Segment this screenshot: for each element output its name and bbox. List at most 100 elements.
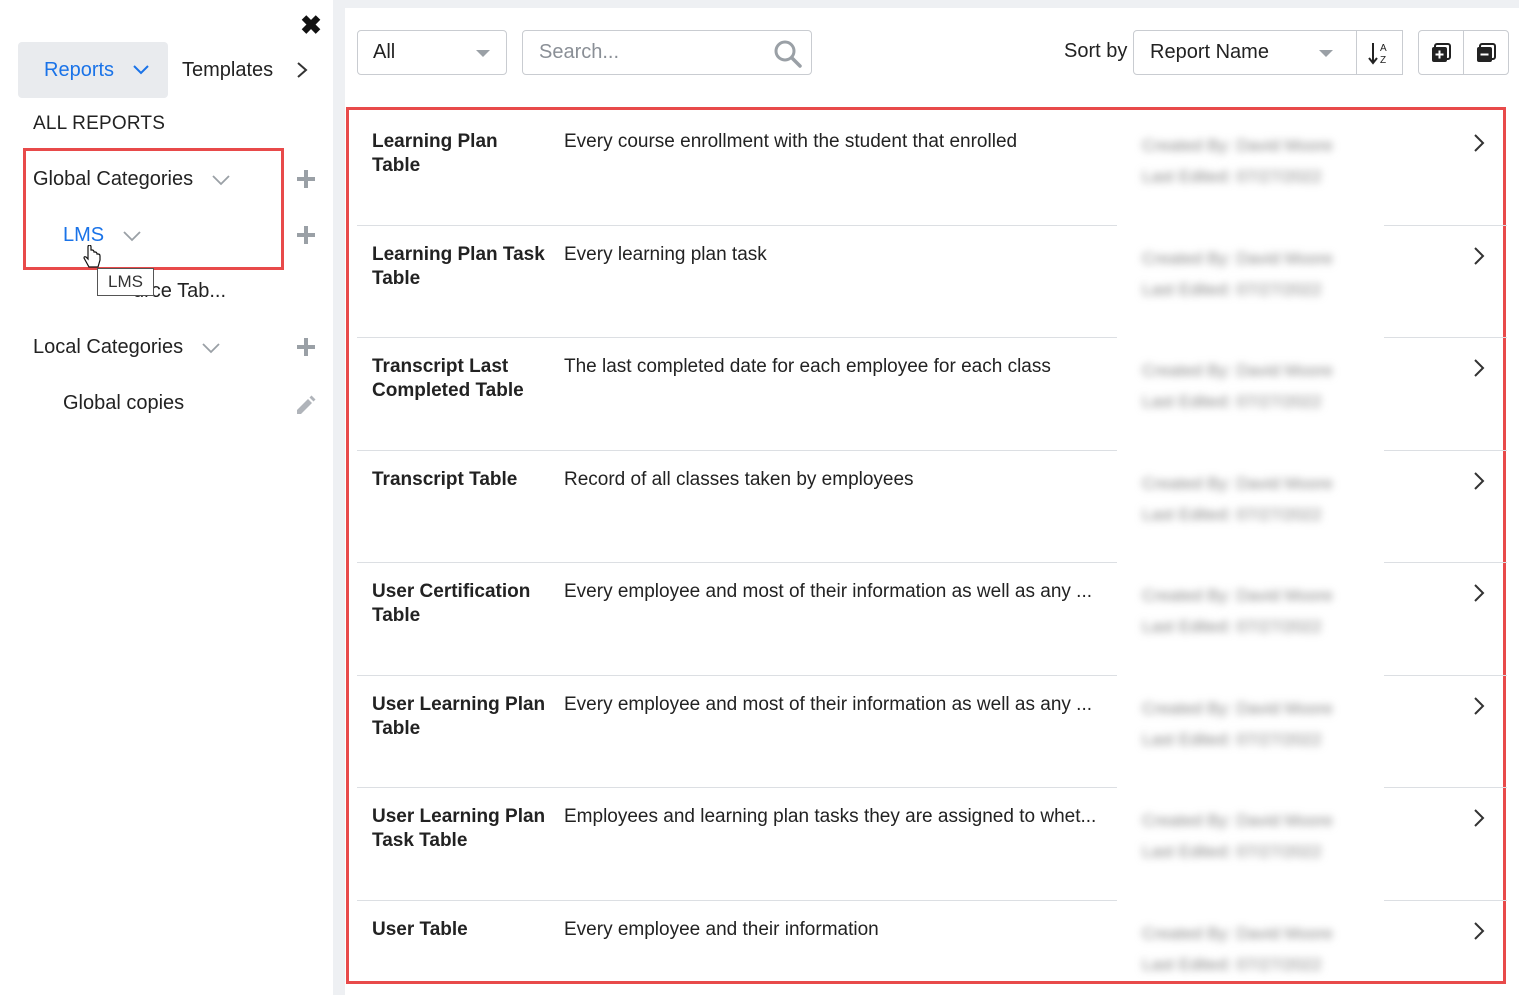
main-panel: All Sort by Report Name A Z <box>345 0 1519 995</box>
report-created-by: Created By: David Moore <box>1142 361 1333 380</box>
report-last-edited: Last Edited: 07/27/2022 <box>1142 617 1322 636</box>
report-description: Every learning plan task <box>564 243 767 265</box>
top-strip <box>345 0 1519 8</box>
report-meta: Created By: David Moore Last Edited: 07/2… <box>1142 918 1372 980</box>
report-row[interactable]: Transcript Table Record of all classes ta… <box>357 451 1507 563</box>
svg-text:Z: Z <box>1380 55 1386 66</box>
chevron-right-icon[interactable] <box>1472 695 1486 717</box>
tab-reports[interactable]: Reports <box>18 42 168 98</box>
report-row[interactable]: User Learning Plan Task Table Employees a… <box>357 788 1507 901</box>
report-created-by: Created By: David Moore <box>1142 923 1333 943</box>
report-row[interactable]: User Learning Plan Table Every employee a… <box>357 676 1507 788</box>
close-icon[interactable]: ✖ <box>296 10 326 40</box>
sort-alpha-down-icon: A Z <box>1368 42 1387 66</box>
add-lms-subcategory-icon[interactable] <box>297 226 315 244</box>
expand-all-icon <box>1432 42 1451 62</box>
report-description: Every employee and most of their informa… <box>564 581 1093 602</box>
report-name: User Table <box>372 918 468 940</box>
report-last-edited: Last Edited: 07/27/2022 <box>1142 279 1322 299</box>
collapse-all-button[interactable] <box>1463 30 1509 75</box>
add-global-category-icon[interactable] <box>297 170 315 188</box>
report-last-edited: Last Edited: 07/27/2022 <box>1142 729 1322 749</box>
hand-cursor-icon <box>83 245 101 268</box>
lms-category-item[interactable]: LMS <box>63 224 142 247</box>
chevron-right-icon[interactable] <box>1472 807 1486 829</box>
report-meta: Created By: David Moore Last Edited: 07/2… <box>1142 130 1372 192</box>
report-list: Learning Plan Table Every course enrollme… <box>357 113 1507 995</box>
filter-dropdown[interactable]: All <box>357 30 507 75</box>
lms-tooltip: LMS <box>97 268 154 296</box>
report-description: Employees and learning plan tasks they a… <box>564 806 1097 827</box>
report-created-by: Created By: David Moore <box>1142 811 1333 830</box>
tab-reports-label: Reports <box>44 58 115 81</box>
highlight-box-categories <box>23 148 284 270</box>
search-input[interactable] <box>523 31 763 74</box>
tab-templates[interactable]: Templates <box>182 52 309 88</box>
report-created-by: Created By: David Moore <box>1142 586 1333 605</box>
global-copies-label: Global copies <box>63 392 185 414</box>
report-last-edited: Last Edited: 07/27/2022 <box>1142 842 1322 861</box>
report-name: Transcript Last Completed Table <box>372 356 524 401</box>
report-last-edited: Last Edited: 07/27/2022 <box>1142 392 1322 411</box>
expand-all-button[interactable] <box>1418 30 1464 75</box>
report-name: Learning Plan Table <box>372 131 498 176</box>
sidebar: ✖ Reports Templates ALL REPORTS Global C… <box>0 0 333 995</box>
global-categories-item[interactable]: Global Categories <box>33 168 231 191</box>
chevron-right-icon[interactable] <box>1472 920 1486 942</box>
report-created-by: Created By: David Moore <box>1142 248 1333 268</box>
report-meta: Created By: David Moore Last Edited: 07/2… <box>1142 805 1372 867</box>
search-box <box>522 30 812 75</box>
report-row[interactable]: Learning Plan Table Every course enrollme… <box>357 113 1507 226</box>
chevron-right-icon <box>297 62 308 78</box>
chevron-down-icon <box>133 65 149 75</box>
report-meta: Created By: David Moore Last Edited: 07/2… <box>1142 355 1372 417</box>
report-name: Learning Plan Task Table <box>372 243 545 289</box>
chevron-down-icon <box>202 342 220 353</box>
report-row[interactable]: Transcript Last Completed Table The last … <box>357 338 1507 451</box>
collapse-all-icon <box>1477 42 1496 62</box>
caret-down-icon <box>1319 50 1333 57</box>
report-description: The last completed date for each employe… <box>564 356 1051 377</box>
report-created-by: Created By: David Moore <box>1142 473 1333 493</box>
sort-direction-button[interactable]: A Z <box>1356 30 1403 75</box>
report-name: User Learning Plan Task Table <box>372 806 546 851</box>
report-name: User Certification Table <box>372 581 531 626</box>
report-name: User Learning Plan Table <box>372 693 546 739</box>
report-last-edited: Last Edited: 07/27/2022 <box>1142 167 1322 186</box>
lms-label: LMS <box>63 224 105 246</box>
report-description: Every employee and their information <box>564 918 879 940</box>
chevron-right-icon[interactable] <box>1472 582 1486 604</box>
sort-label: Sort by <box>1064 40 1128 62</box>
panel-divider <box>333 0 345 995</box>
report-created-by: Created By: David Moore <box>1142 136 1333 155</box>
report-meta: Created By: David Moore Last Edited: 07/2… <box>1142 580 1372 642</box>
report-row[interactable]: Learning Plan Task Table Every learning p… <box>357 226 1507 338</box>
caret-down-icon <box>476 50 490 57</box>
report-description: Record of all classes taken by employees <box>564 468 914 490</box>
report-created-by: Created By: David Moore <box>1142 698 1333 718</box>
chevron-right-icon[interactable] <box>1472 470 1486 492</box>
search-icon[interactable] <box>773 39 803 69</box>
all-reports-link[interactable]: ALL REPORTS <box>33 113 165 135</box>
report-meta: Created By: David Moore Last Edited: 07/2… <box>1142 243 1372 305</box>
report-last-edited: Last Edited: 07/27/2022 <box>1142 954 1322 974</box>
report-last-edited: Last Edited: 07/27/2022 <box>1142 504 1322 524</box>
report-row[interactable]: User Table Every employee and their infor… <box>357 901 1507 995</box>
chevron-down-icon <box>123 230 141 241</box>
tab-templates-label: Templates <box>182 58 274 81</box>
add-local-category-icon[interactable] <box>297 338 315 356</box>
report-meta: Created By: David Moore Last Edited: 07/2… <box>1142 693 1372 755</box>
local-categories-item[interactable]: Local Categories <box>33 336 221 359</box>
report-meta: Created By: David Moore Last Edited: 07/2… <box>1142 468 1372 530</box>
chevron-right-icon[interactable] <box>1472 245 1486 267</box>
chevron-right-icon[interactable] <box>1472 132 1486 154</box>
pencil-icon[interactable] <box>294 393 318 417</box>
chevron-down-icon <box>212 174 230 185</box>
report-row[interactable]: User Certification Table Every employee a… <box>357 563 1507 676</box>
svg-text:A: A <box>1380 43 1387 54</box>
chevron-right-icon[interactable] <box>1472 357 1486 379</box>
global-categories-label: Global Categories <box>33 168 194 190</box>
sort-value: Report Name <box>1150 41 1269 63</box>
report-description: Every employee and most of their informa… <box>564 693 1093 715</box>
global-copies-item[interactable]: Global copies <box>63 392 184 415</box>
